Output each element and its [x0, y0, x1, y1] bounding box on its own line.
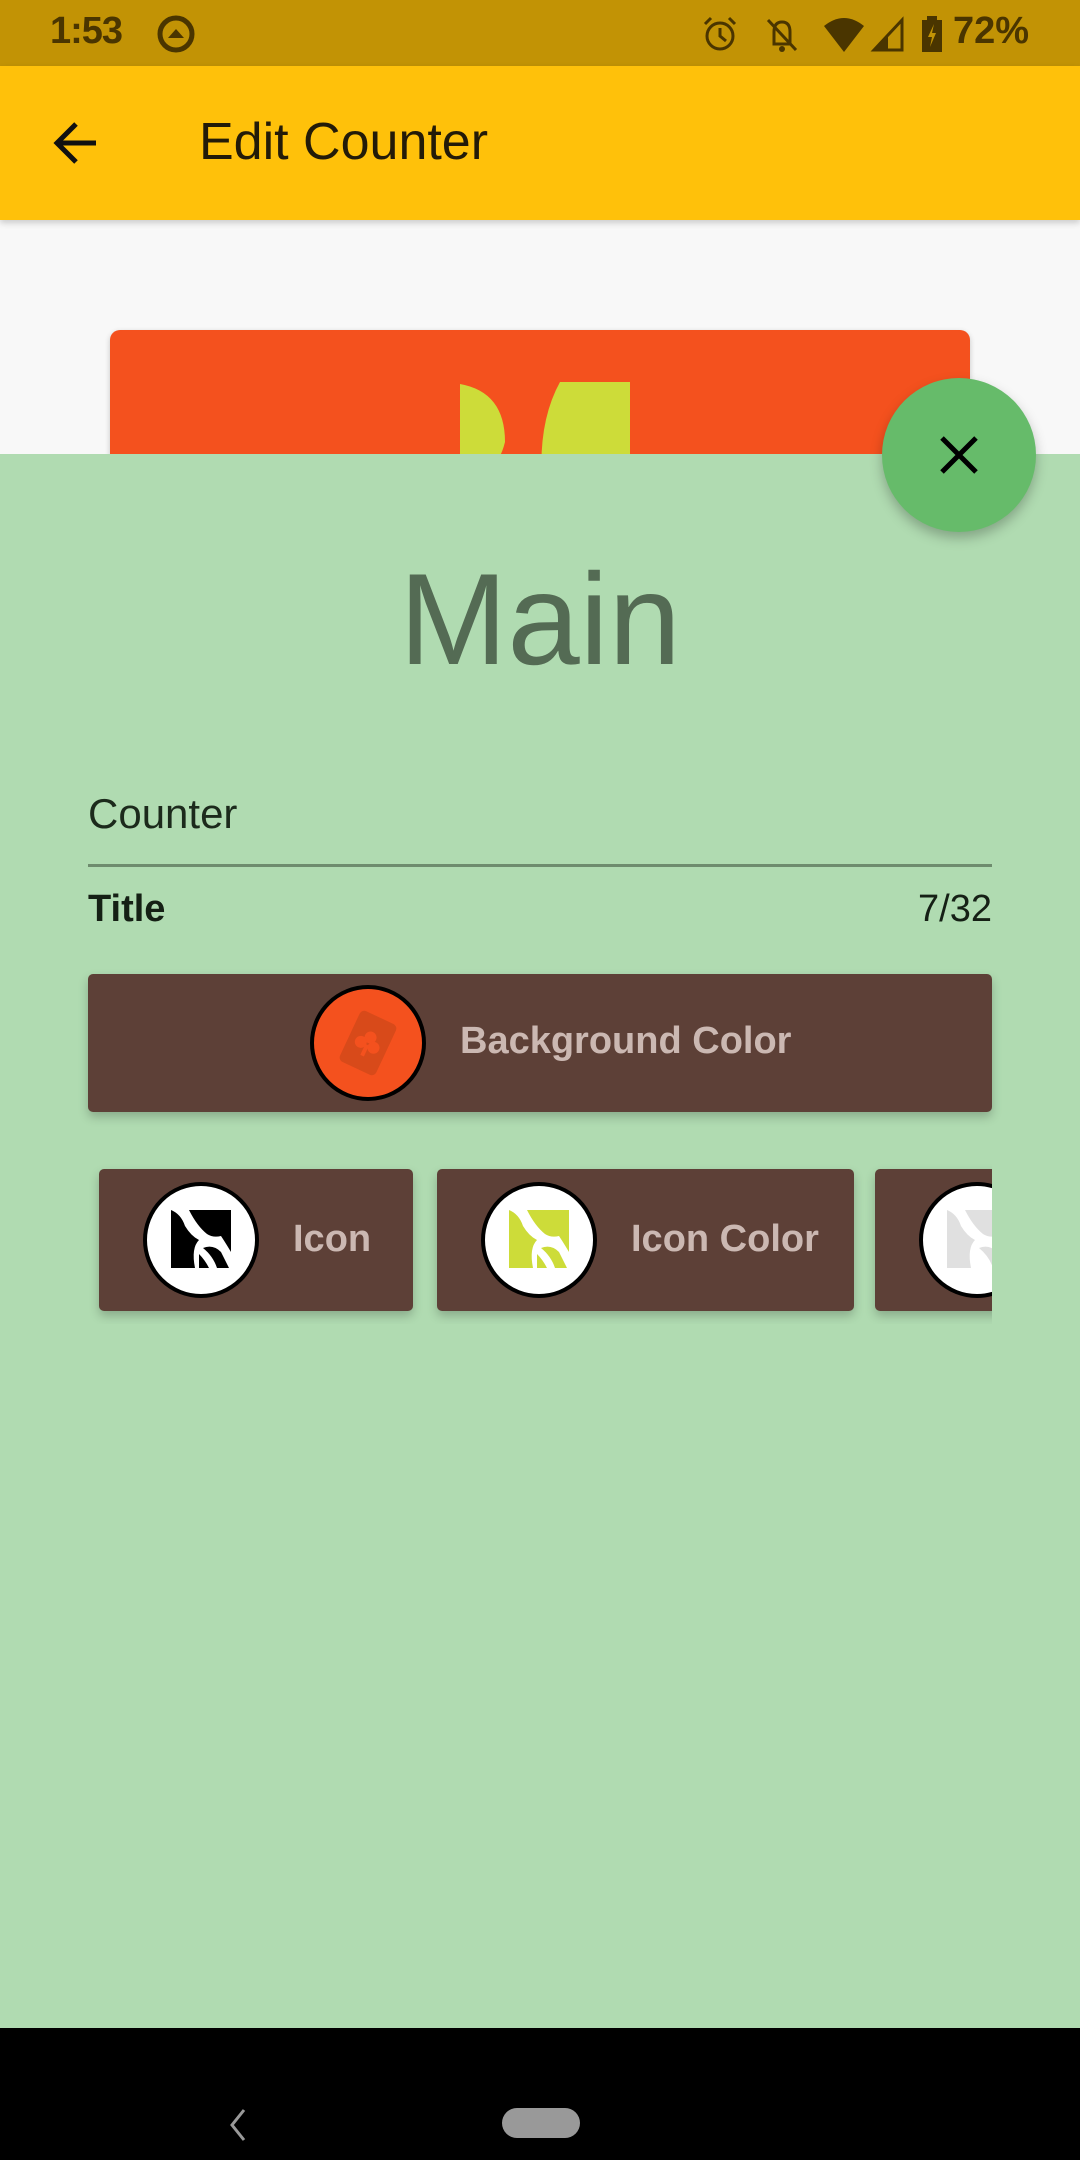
battery-charging-icon: [920, 14, 944, 59]
icon-button[interactable]: Icon: [99, 1169, 413, 1311]
partial-option-button[interactable]: [875, 1169, 992, 1311]
icon-color-button[interactable]: Icon Color: [437, 1169, 854, 1311]
status-bar: 1:53 72%: [0, 0, 1080, 66]
background-color-label: Background Color: [460, 1020, 792, 1062]
edit-sheet: Main Title 7/32 Background Color: [0, 454, 1080, 2028]
title-input[interactable]: [88, 764, 992, 867]
playing-card-club-icon: [339, 1010, 397, 1076]
nav-back-icon: [230, 2109, 246, 2141]
options-scroll-row[interactable]: Icon Icon Color: [88, 1154, 992, 1324]
arrow-left-icon: [53, 122, 96, 164]
alarm-icon: [700, 14, 740, 59]
icon-label: Icon: [293, 1218, 372, 1260]
close-icon: [940, 436, 978, 474]
status-time: 1:53: [50, 10, 123, 52]
nav-back-button[interactable]: [228, 2108, 248, 2147]
map-icon: [947, 1210, 992, 1268]
icon-color-swatch: [481, 1182, 597, 1298]
page-title: Edit Counter: [199, 113, 489, 171]
app-bar: Edit Counter: [0, 66, 1080, 220]
battery-percent: 72%: [953, 10, 1030, 52]
auto-rotate-icon: [156, 14, 196, 59]
char-counter: 7/32: [918, 888, 992, 930]
map-icon: [171, 1210, 231, 1268]
wifi-icon: [822, 14, 866, 59]
background-color-swatch: [310, 985, 426, 1101]
icon-color-label: Icon Color: [631, 1218, 819, 1260]
navigation-bar: [0, 2028, 1080, 2160]
back-button[interactable]: [40, 106, 114, 180]
title-label: Title: [88, 888, 166, 930]
title-field: [88, 764, 992, 884]
icon-swatch: [143, 1182, 259, 1298]
partial-swatch: [919, 1182, 992, 1298]
cell-signal-icon: [870, 14, 906, 59]
map-icon: [509, 1210, 569, 1268]
bell-off-icon: [762, 14, 802, 59]
sheet-heading: Main: [399, 546, 681, 692]
close-button[interactable]: [882, 378, 1036, 532]
background-color-button[interactable]: Background Color: [88, 974, 992, 1112]
nav-home-button[interactable]: [502, 2108, 580, 2138]
